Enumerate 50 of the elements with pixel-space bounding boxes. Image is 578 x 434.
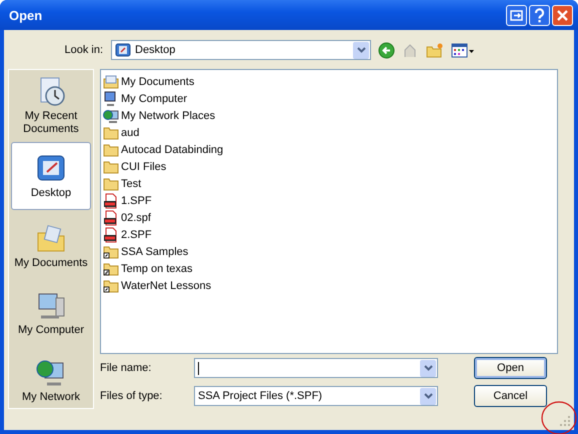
places-item[interactable]: Desktop (11, 142, 91, 210)
file-list-item[interactable]: Test (103, 175, 555, 192)
places-item[interactable]: My Recent Documents (11, 75, 91, 137)
help-icon (533, 8, 546, 22)
file-list-item[interactable]: My Computer (103, 90, 555, 107)
file-name-field[interactable] (194, 358, 438, 378)
file-list-item[interactable]: Autocad Databinding (103, 141, 555, 158)
resize-grip-icon[interactable] (559, 415, 571, 427)
view-menu-icon[interactable] (451, 42, 475, 58)
places-item[interactable]: My Computer (11, 282, 91, 344)
places-item[interactable]: My Documents (11, 215, 91, 277)
folder-icon (103, 158, 119, 174)
desktop-icon (115, 42, 131, 58)
look-in-label: Look in: (63, 44, 103, 56)
arrow-box-icon (510, 8, 523, 22)
open-button[interactable]: Open (474, 357, 547, 379)
places-item[interactable]: My Network (11, 349, 91, 408)
file-list-item[interactable]: aud (103, 124, 555, 141)
folder-icon (103, 260, 119, 276)
folder-icon (103, 74, 119, 90)
file-list-item[interactable]: SSA Samples (103, 243, 555, 260)
globe-computer-icon (103, 108, 119, 124)
file-list-item[interactable]: Temp on texas (103, 260, 555, 277)
folder-icon (103, 124, 119, 140)
file-list-item[interactable]: 1.SPF (103, 192, 555, 209)
file-type-label: Files of type: (100, 390, 164, 402)
document-icon (103, 226, 119, 242)
file-list-item[interactable]: 2.SPF (103, 226, 555, 243)
file-list-item[interactable]: My Documents (103, 73, 555, 90)
folder-icon (103, 176, 119, 192)
close-icon (556, 8, 569, 22)
window-title: Open (9, 8, 42, 22)
file-list-item[interactable]: My Network Places (103, 107, 555, 124)
context-help-button[interactable] (506, 4, 527, 26)
file-list-item[interactable]: CUI Files (103, 158, 555, 175)
file-name-label: File name: (100, 362, 152, 374)
document-icon (103, 192, 119, 208)
folder-icon (103, 244, 119, 260)
close-button[interactable] (552, 4, 573, 26)
file-list-item[interactable]: 02.spf (103, 209, 555, 226)
help-button[interactable] (529, 4, 550, 26)
file-type-dropdown[interactable]: SSA Project Files (*.SPF) (194, 386, 438, 406)
file-list-item[interactable]: WaterNet Lessons (103, 277, 555, 294)
folder-icon (103, 142, 119, 158)
cancel-button[interactable]: Cancel (474, 385, 547, 407)
folder-icon (103, 278, 119, 294)
document-icon (103, 210, 119, 226)
back-icon[interactable] (378, 42, 395, 58)
folder-icon (35, 222, 67, 254)
look-in-dropdown[interactable]: Desktop (111, 40, 371, 60)
